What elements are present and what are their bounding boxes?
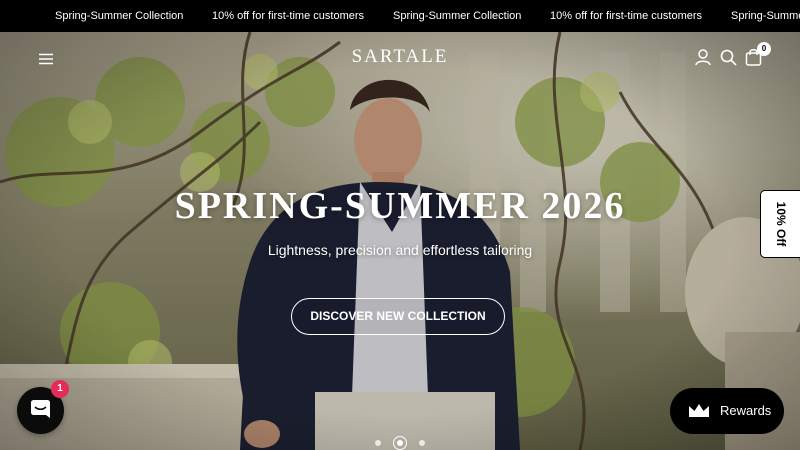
rewards-button[interactable]: Rewards — [670, 388, 784, 434]
promo-tab[interactable]: 10% Off — [760, 190, 800, 258]
discover-collection-button[interactable]: DISCOVER NEW COLLECTION — [291, 298, 505, 335]
slide-dot[interactable] — [375, 440, 381, 446]
chat-notification-badge: 1 — [51, 380, 69, 398]
hero-image — [0, 32, 800, 450]
account-icon[interactable] — [695, 49, 711, 66]
announcement-item: Spring-Summe — [731, 10, 800, 22]
slide-dot-active-center — [397, 440, 403, 446]
hero-banner: SARTALE SPRING-SUMMER 2026 Lightness, pr… — [0, 32, 800, 450]
promo-tab-label: 10% Off — [773, 201, 788, 247]
slide-pagination — [370, 433, 430, 450]
site-logo[interactable]: SARTALE — [0, 46, 800, 68]
hero-subtitle: Lightness, precision and effortless tail… — [267, 242, 533, 258]
search-icon[interactable] — [720, 49, 737, 66]
rewards-label: Rewards — [720, 403, 772, 418]
announcement-item: 10% off for first-time customers — [212, 10, 365, 22]
slide-dot[interactable] — [419, 440, 425, 446]
hero-title: SPRING-SUMMER 2026 — [174, 185, 626, 227]
announcement-item: 10% off for first-time customers — [550, 10, 703, 22]
announcement-item: Spring-Summer Collection — [55, 10, 184, 22]
cart-count-badge: 0 — [757, 42, 771, 56]
crown-icon — [689, 404, 709, 417]
announcement-bar: Spring-Summer Collection 10% off for fir… — [0, 0, 800, 32]
announcement-item: Spring-Summer Collection — [393, 10, 522, 22]
